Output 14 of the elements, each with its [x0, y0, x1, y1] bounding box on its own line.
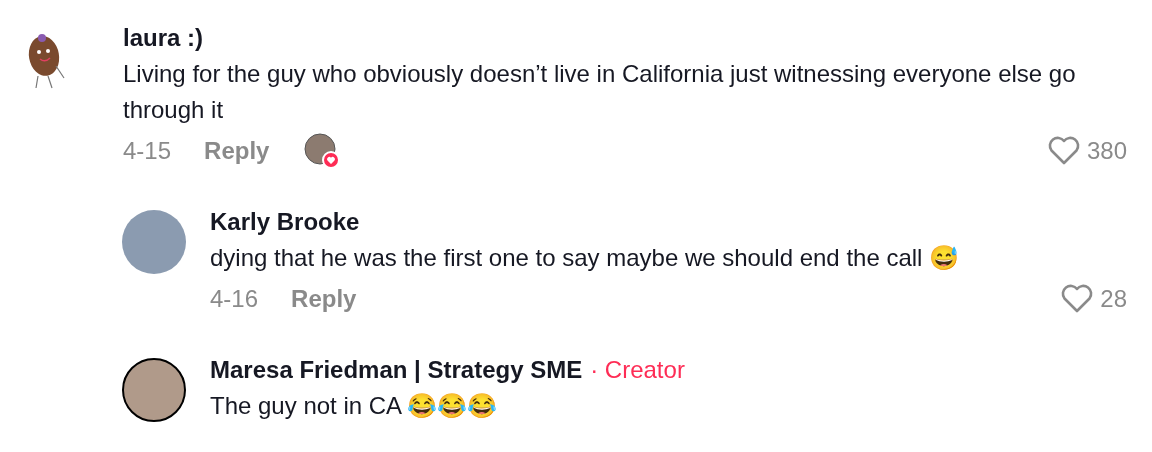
creator-label: · Creator — [590, 355, 685, 385]
like-count: 28 — [1100, 285, 1127, 313]
comment-date: 4-15 — [123, 137, 172, 165]
username[interactable]: laura :) — [123, 20, 1127, 56]
comment-text: dying that he was the first one to say maybe we should end the call 😅 — [210, 243, 961, 273]
comment-date: 4-16 — [210, 285, 259, 313]
heart-icon[interactable] — [1046, 136, 1081, 166]
like-count: 380 — [1086, 137, 1127, 165]
comment-text: Living for the guy who obviously doesn’t live in California just witnessing everyone else go through it — [123, 59, 1077, 125]
heart-icon[interactable] — [1060, 284, 1095, 314]
comment-text: The guy not in CA 😂😂😂 — [210, 391, 499, 421]
avatar[interactable] — [122, 358, 186, 422]
username[interactable]: Maresa Friedman | Strategy SME — [210, 352, 583, 388]
username[interactable]: Karly Brooke — [210, 204, 360, 240]
